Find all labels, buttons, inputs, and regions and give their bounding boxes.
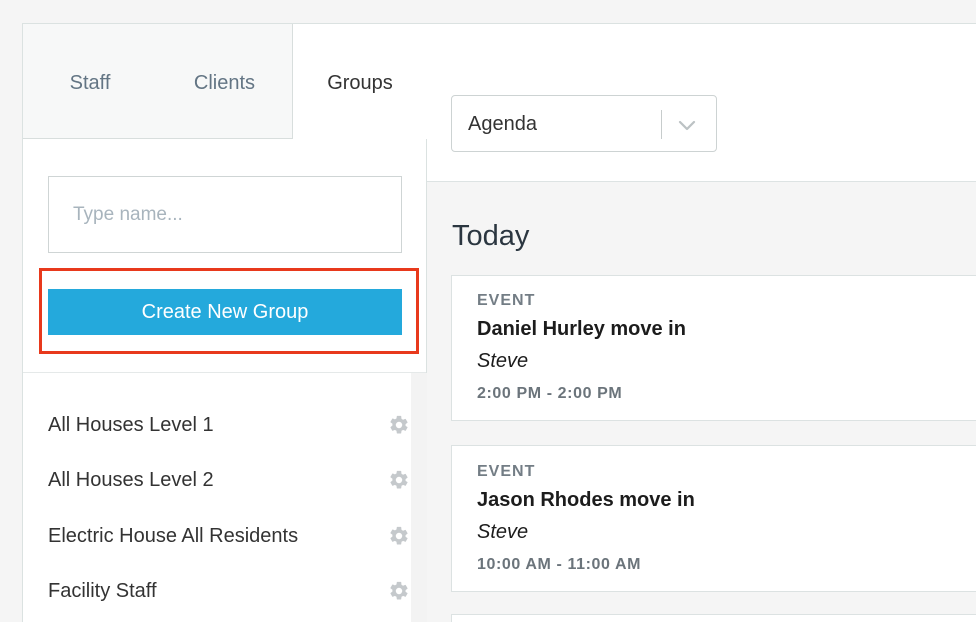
event-card[interactable] bbox=[451, 614, 976, 622]
people-sidebar: Staff Clients Groups Create New Group Al… bbox=[22, 23, 427, 622]
gear-icon[interactable] bbox=[388, 469, 410, 491]
group-name: All Houses Level 1 bbox=[48, 414, 214, 436]
event-time: 2:00 PM - 2:00 PM bbox=[477, 385, 623, 402]
event-owner: Steve bbox=[477, 350, 529, 372]
group-name: All Houses Level 2 bbox=[48, 469, 214, 491]
event-card[interactable]: EVENT Daniel Hurley move in Steve 2:00 P… bbox=[451, 275, 976, 421]
list-item[interactable]: Facility Staff bbox=[48, 576, 408, 606]
group-name: Electric House All Residents bbox=[48, 525, 299, 547]
event-owner: Steve bbox=[477, 521, 529, 543]
scrollbar[interactable] bbox=[411, 373, 427, 622]
tab-bar: Staff Clients Groups bbox=[23, 24, 427, 139]
view-select-value: Agenda bbox=[468, 113, 537, 135]
tab-staff[interactable]: Staff bbox=[23, 24, 157, 139]
chevron-down-icon[interactable] bbox=[677, 116, 697, 134]
calendar-toolbar: Agenda bbox=[427, 23, 976, 182]
event-card[interactable]: EVENT Jason Rhodes move in Steve 10:00 A… bbox=[451, 445, 976, 592]
event-type: EVENT bbox=[477, 292, 536, 309]
group-name-input[interactable] bbox=[48, 176, 402, 253]
agenda-day-heading: Today bbox=[452, 220, 530, 252]
tab-groups[interactable]: Groups bbox=[292, 24, 427, 139]
event-type: EVENT bbox=[477, 463, 536, 480]
group-list: All Houses Level 1 All Houses Level 2 El… bbox=[23, 373, 411, 622]
gear-icon[interactable] bbox=[388, 580, 410, 602]
gear-icon[interactable] bbox=[388, 525, 410, 547]
select-separator bbox=[661, 110, 662, 139]
event-time: 10:00 AM - 11:00 AM bbox=[477, 556, 642, 573]
event-title: Daniel Hurley move in bbox=[477, 318, 686, 340]
list-item[interactable]: All Houses Level 2 bbox=[48, 465, 408, 495]
view-select[interactable]: Agenda bbox=[451, 95, 717, 152]
list-item[interactable]: Electric House All Residents bbox=[48, 521, 408, 551]
tab-clients[interactable]: Clients bbox=[157, 24, 292, 139]
gear-icon[interactable] bbox=[388, 414, 410, 436]
list-item[interactable]: All Houses Level 1 bbox=[48, 410, 408, 440]
event-title: Jason Rhodes move in bbox=[477, 489, 695, 511]
group-name: Facility Staff bbox=[48, 580, 157, 602]
create-new-group-button[interactable]: Create New Group bbox=[48, 289, 402, 335]
